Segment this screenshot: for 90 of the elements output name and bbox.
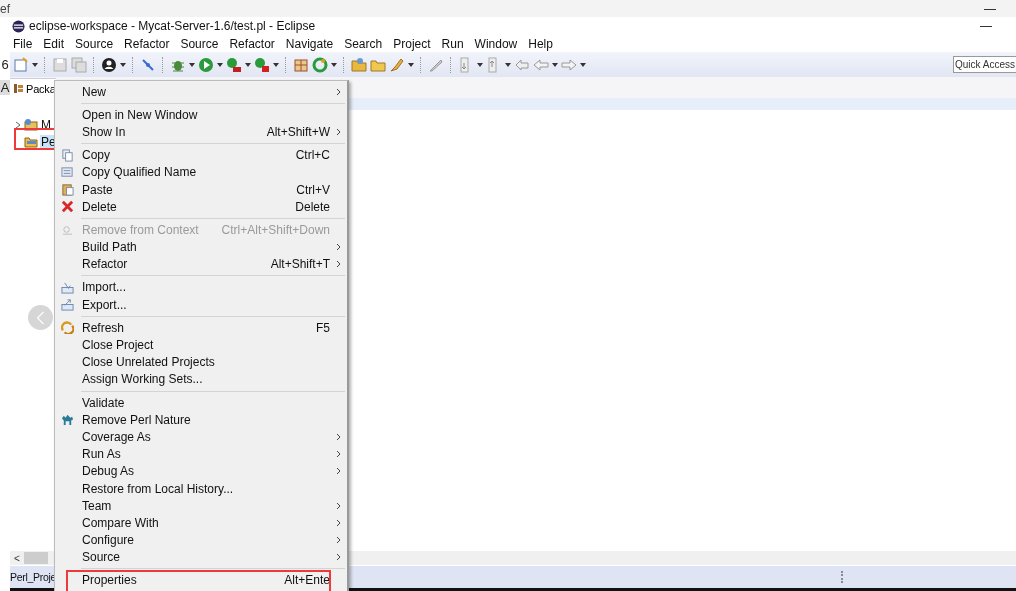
dropdown-caret-icon[interactable] [245, 62, 251, 67]
package-icon [13, 83, 24, 94]
menu-item[interactable]: Coverage As [55, 428, 347, 446]
shortcut-text: Alt+Ente [284, 573, 330, 588]
folder-icon [24, 134, 38, 149]
menu-bar-item[interactable]: Help [528, 36, 553, 51]
menu-item[interactable]: Remove Perl Nature [55, 411, 347, 429]
scrollbar-thumb[interactable] [24, 552, 48, 564]
menu-item[interactable]: Copy Qualified Name [55, 163, 347, 181]
grid-icon[interactable] [293, 56, 309, 73]
menu-item[interactable]: Show In Alt+Shift+W [55, 123, 347, 141]
dropdown-caret-icon[interactable] [408, 62, 414, 67]
menu-bar-item[interactable]: Refactor [124, 36, 170, 51]
menu-item[interactable]: Paste Ctrl+V [55, 180, 347, 199]
dropdown-caret-icon[interactable] [331, 62, 337, 67]
menu-item[interactable]: New [55, 83, 347, 101]
clipboard-icon [61, 183, 74, 197]
minimize-button[interactable]: — [980, 19, 992, 33]
dropdown-caret-icon[interactable] [477, 62, 483, 67]
resize-grip[interactable] [841, 571, 846, 583]
dropdown-caret-icon[interactable] [505, 62, 511, 67]
remove-icon [61, 223, 74, 237]
dropdown-caret-icon[interactable] [32, 62, 38, 67]
menu-bar-item[interactable]: Search [344, 36, 383, 51]
shortcut-text: Alt+Shift+W [266, 124, 330, 139]
menu-item[interactable]: Properties Alt+Ente [55, 571, 347, 590]
pin-icon[interactable] [140, 56, 156, 73]
dropdown-caret-icon[interactable] [120, 62, 126, 67]
run-server-icon[interactable] [226, 56, 242, 73]
menu-item[interactable]: Copy Ctrl+C [55, 146, 347, 164]
shortcut-text: Alt+Shift+T [270, 257, 330, 272]
delete-icon [61, 200, 74, 214]
window-title: ef [0, 1, 10, 16]
shortcut-text: Ctrl+Alt+Shift+Down [221, 222, 330, 237]
window-title: eclipse-workspace - Mycat-Server-1.6/test.pl - Eclipse [29, 19, 317, 33]
menu-bar-item[interactable]: Navigate [285, 36, 334, 51]
copy-icon [61, 165, 74, 179]
menu-item[interactable]: Export... [55, 296, 347, 314]
menu-bar-item[interactable]: Window [474, 36, 518, 51]
dropdown-caret-icon[interactable] [273, 62, 279, 67]
status-text: Perl_Proje [10, 571, 57, 583]
menu-item[interactable]: Run As [55, 445, 347, 463]
menu-item[interactable]: Configure [55, 531, 347, 549]
menu-item[interactable]: Team [55, 497, 347, 515]
run-icon[interactable] [198, 56, 214, 73]
menu-bar-item[interactable]: Refactor [229, 36, 275, 51]
quick-access-field[interactable]: Quick Access [953, 56, 1016, 73]
shortcut-text: Ctrl+V [296, 182, 330, 197]
folder-icon[interactable] [351, 56, 367, 73]
shortcut-text: Delete [295, 199, 330, 214]
project-icon [24, 117, 38, 132]
text-fragment: A [0, 80, 10, 95]
menu-item[interactable]: Build Path [55, 238, 347, 256]
menu-item[interactable]: Import... [55, 278, 347, 297]
menu-bar-item[interactable]: Edit [43, 36, 65, 51]
menu-item[interactable]: Restore from Local History... [55, 479, 347, 498]
menu-bar-item[interactable]: Project [393, 36, 431, 51]
brush-icon[interactable] [389, 56, 405, 73]
menu-item[interactable]: Refresh F5 [55, 319, 347, 337]
dropdown-caret-icon[interactable] [552, 62, 558, 67]
menu-item[interactable]: Debug As [55, 462, 347, 480]
menu-item[interactable]: Close Project [55, 336, 347, 354]
chevron-left-icon [36, 310, 45, 325]
menu-item[interactable]: Open in New Window [55, 106, 347, 124]
menu-bar-item[interactable]: Source [180, 36, 219, 51]
menu-item[interactable]: Close Unrelated Projects [55, 353, 347, 371]
menu-bar-item[interactable]: Source [75, 36, 114, 51]
dropdown-caret-icon[interactable] [217, 62, 223, 67]
refresh-icon [61, 321, 74, 335]
shortcut-text: F5 [316, 320, 330, 335]
menu-item[interactable]: Compare With [55, 514, 347, 532]
text-fragment: 6 [0, 57, 10, 72]
scroll-left-arrow[interactable]: < [10, 552, 24, 564]
menu-item[interactable]: Assign Working Sets... [55, 370, 347, 388]
person-icon[interactable] [101, 56, 117, 73]
camel-icon [61, 413, 74, 427]
menu-item[interactable]: Source [55, 548, 347, 566]
menu-item[interactable]: Delete Delete [55, 198, 347, 216]
menu-item[interactable]: Validate [55, 394, 347, 412]
import-icon [61, 280, 74, 294]
stop-server-icon[interactable] [254, 56, 270, 73]
menu-bar-item[interactable]: Run [441, 36, 464, 51]
minimize-button[interactable]: — [984, 1, 996, 16]
copy-icon [61, 148, 74, 162]
menu-item[interactable]: Refactor Alt+Shift+T [55, 255, 347, 273]
menu-bar-item[interactable]: File [13, 36, 33, 51]
dropdown-caret-icon[interactable] [189, 62, 195, 67]
shortcut-text: Ctrl+C [295, 148, 330, 163]
export-icon [61, 298, 74, 312]
dropdown-caret-icon[interactable] [580, 62, 586, 67]
